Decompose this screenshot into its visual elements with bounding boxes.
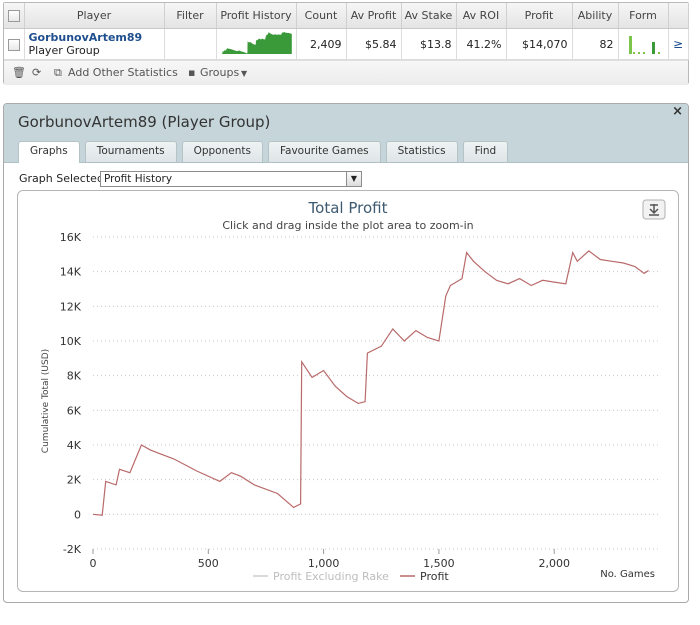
form-bar (651, 41, 655, 54)
player-cell[interactable]: GorbunovArtem89 Player Group (24, 28, 165, 60)
y-tick-label: 6K (67, 404, 82, 417)
header-form[interactable]: Form (618, 3, 669, 29)
av-roi-value: 41.2% (456, 28, 507, 60)
form-bar (632, 51, 635, 54)
header-profit[interactable]: Profit (506, 3, 573, 29)
y-tick-label: 4K (67, 439, 82, 452)
sparkline-cell (216, 28, 297, 60)
profit-sparkline (220, 31, 292, 54)
form-cell (618, 28, 669, 60)
x-tick-label: 500 (198, 557, 219, 570)
row-select-cell[interactable] (4, 28, 25, 60)
tab-tournaments[interactable]: Tournaments (84, 141, 177, 162)
groups-button[interactable]: Groups (200, 66, 239, 79)
select-all-header[interactable] (4, 3, 25, 29)
chevron-down-icon[interactable]: ▼ (346, 172, 361, 186)
y-tick-label: 2K (67, 474, 82, 487)
av-profit-value: $5.84 (346, 28, 402, 60)
chart-container: Total Profit Click and drag inside the p… (17, 190, 679, 592)
tab-favourite-games[interactable]: Favourite Games (267, 141, 381, 162)
groups-icon[interactable]: ▪ (188, 66, 195, 79)
legend-profit-excluding-rake[interactable]: Profit Excluding Rake (273, 570, 389, 583)
graph-selected-label: Graph Selected: (19, 172, 108, 185)
player-dialog: GorbunovArtem89 (Player Group) × Graphs … (3, 103, 689, 603)
series-layer (92, 250, 649, 516)
x-tick-label: 1,500 (423, 557, 455, 570)
compare-icon[interactable]: ≥ (668, 28, 689, 60)
y-tick-label: 0 (74, 508, 81, 521)
header-profit-history[interactable]: Profit History (216, 3, 297, 29)
tab-statistics[interactable]: Statistics (385, 141, 458, 162)
y-axis-ticks: -2K 0 2K 4K 6K 8K 10K 12K 14K 16K (60, 231, 82, 556)
trash-icon[interactable]: 🗑 (12, 66, 26, 79)
graph-select-row: Graph Selected: Profit History ▼ (19, 171, 362, 187)
profit-value: $14,070 (506, 28, 573, 60)
chart-subtitle: Click and drag inside the plot area to z… (222, 219, 473, 232)
x-tick-label: 2,000 (538, 557, 570, 570)
legend-profit[interactable]: Profit (420, 570, 449, 583)
chevron-down-icon[interactable]: ▼ (241, 69, 247, 78)
y-tick-label: 12K (60, 300, 82, 313)
y-axis-label: Cumulative Total (USD) (41, 349, 51, 453)
y-tick-label: 10K (60, 335, 82, 348)
header-av-roi[interactable]: Av ROI (456, 3, 507, 29)
header-ability[interactable]: Ability (572, 3, 619, 29)
dialog-title: GorbunovArtem89 (Player Group) (18, 113, 271, 131)
chart-legend[interactable]: Profit Excluding Rake Profit (253, 570, 449, 583)
refresh-icon[interactable]: ⟳ (32, 66, 41, 79)
x-tick-label: 1,000 (308, 557, 340, 570)
y-tick-label: 16K (60, 231, 82, 244)
table-row: GorbunovArtem89 Player Group 2,409 $5.84… (4, 28, 689, 60)
stats-table: Player Filter Profit History Count Av Pr… (4, 3, 689, 60)
filter-cell[interactable] (164, 28, 217, 60)
add-other-statistics-button[interactable]: Add Other Statistics (68, 66, 178, 79)
sparkline-area (220, 31, 292, 54)
row-checkbox[interactable] (8, 38, 20, 51)
y-tick-label: -2K (63, 543, 82, 556)
header-av-stake[interactable]: Av Stake (401, 3, 457, 29)
profit-chart[interactable]: Total Profit Click and drag inside the p… (18, 191, 678, 591)
select-all-checkbox[interactable] (7, 10, 20, 22)
x-axis-label: No. Games (600, 569, 655, 580)
count-value: 2,409 (296, 28, 347, 60)
add-stats-icon[interactable]: ⧉ (54, 66, 62, 80)
stats-toolbar: 🗑 ⟳ ⧉ Add Other Statistics ▪ Groups ▼ (4, 60, 688, 85)
series-line-profit (92, 250, 649, 516)
tab-graphs[interactable]: Graphs (18, 141, 80, 163)
tab-find[interactable]: Find (462, 141, 509, 162)
header-av-profit[interactable]: Av Profit (346, 3, 402, 29)
header-player[interactable]: Player (24, 3, 165, 29)
form-bar (657, 51, 660, 54)
chart-title: Total Profit (308, 199, 388, 217)
ability-value: 82 (572, 28, 619, 60)
form-bar (637, 51, 640, 54)
form-bar (628, 35, 632, 54)
header-count[interactable]: Count (296, 3, 347, 29)
download-button[interactable] (642, 199, 666, 220)
av-stake-value: $13.8 (401, 28, 457, 60)
header-extra (668, 3, 689, 29)
chart-grid (93, 236, 658, 550)
form-chart (628, 35, 660, 54)
dialog-header: GorbunovArtem89 (Player Group) × Graphs … (4, 104, 688, 163)
graph-select-dropdown[interactable]: Profit History ▼ (100, 171, 362, 187)
y-tick-label: 8K (67, 370, 82, 383)
graph-select-value: Profit History (104, 173, 173, 185)
y-tick-label: 14K (60, 266, 82, 279)
stats-panel: Player Filter Profit History Count Av Pr… (3, 2, 689, 85)
x-axis-ticks: 0 500 1,000 1,500 2,000 (90, 549, 570, 570)
close-icon[interactable]: × (672, 104, 683, 119)
dialog-tabs: Graphs Tournaments Opponents Favourite G… (18, 141, 513, 163)
header-filter[interactable]: Filter (164, 3, 217, 29)
form-bar (642, 51, 645, 54)
player-type: Player Group (28, 44, 100, 57)
x-tick-label: 0 (90, 557, 97, 570)
tab-opponents[interactable]: Opponents (181, 141, 263, 162)
player-name-link[interactable]: GorbunovArtem89 (29, 31, 160, 44)
